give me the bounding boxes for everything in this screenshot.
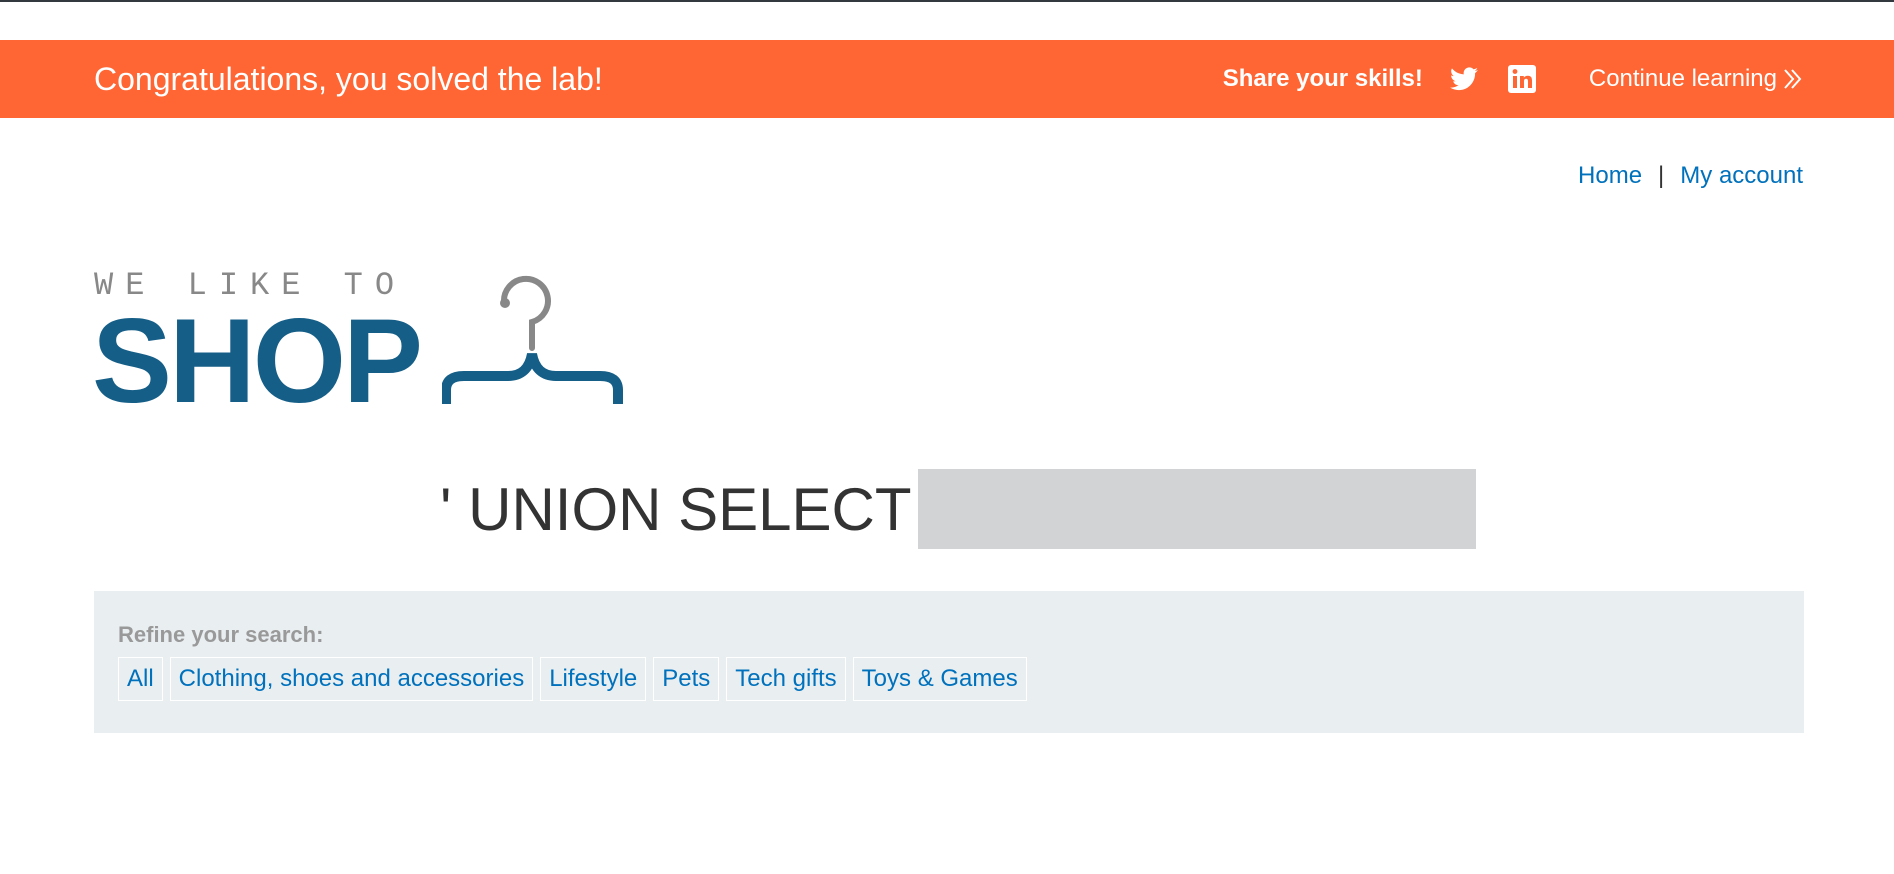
filter-clothing[interactable]: Clothing, shoes and accessories: [169, 657, 534, 701]
filter-pets[interactable]: Pets: [653, 657, 720, 701]
twitter-icon[interactable]: [1449, 64, 1479, 94]
filter-toys-games[interactable]: Toys & Games: [852, 657, 1027, 701]
banner-title: Congratulations, you solved the lab!: [94, 61, 603, 97]
my-account-link[interactable]: My account: [1680, 162, 1803, 190]
filter-all[interactable]: All: [118, 657, 163, 701]
continue-learning-label: Continue learning: [1588, 65, 1777, 92]
search-query-text: ' UNION SELECT: [440, 475, 912, 543]
lab-solved-banner: Congratulations, you solved the lab! Sha…: [0, 40, 1894, 118]
home-link[interactable]: Home: [1578, 162, 1642, 190]
continue-learning-link[interactable]: Continue learning: [1589, 65, 1803, 93]
redacted-block: [917, 469, 1476, 549]
logo-wordmark: SHOP: [92, 294, 423, 428]
shop-logo[interactable]: WE LIKE TO SHOP: [92, 268, 632, 428]
top-divider: [0, 0, 1894, 2]
filter-tech-gifts[interactable]: Tech gifts: [726, 657, 846, 701]
search-results-heading: ' UNION SELECT: [440, 469, 1476, 549]
account-nav: Home | My account: [1578, 162, 1803, 190]
refine-label: Refine your search:: [118, 622, 324, 647]
linkedin-icon[interactable]: [1507, 64, 1537, 94]
hanger-icon: [442, 275, 623, 404]
share-label: Share your skills!: [1222, 65, 1423, 92]
refine-search-panel: Refine your search: All Clothing, shoes …: [94, 591, 1804, 733]
filter-lifestyle[interactable]: Lifestyle: [540, 657, 647, 701]
nav-separator: |: [1658, 162, 1665, 189]
double-chevron-right-icon: [1784, 69, 1802, 89]
banner-actions: Share your skills! Continue learning: [1223, 58, 1803, 100]
category-filters: All Clothing, shoes and accessories Life…: [118, 657, 1027, 701]
